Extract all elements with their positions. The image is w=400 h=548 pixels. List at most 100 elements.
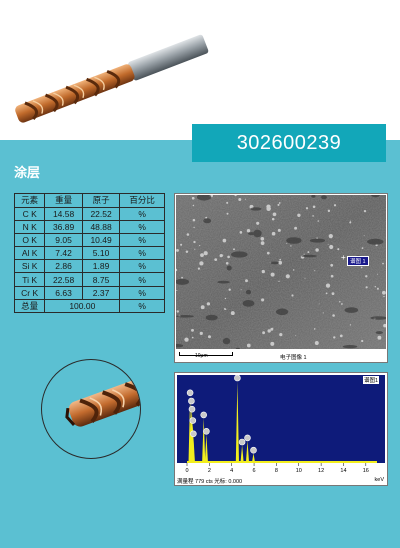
sem-particle xyxy=(266,204,271,209)
spectrum-baseline xyxy=(187,461,377,463)
sem-particle xyxy=(186,233,190,236)
sem-particle xyxy=(194,248,196,250)
sem-particle xyxy=(260,236,265,241)
sem-particle xyxy=(214,258,218,261)
sem-particle xyxy=(240,289,242,291)
sem-particle xyxy=(261,298,265,302)
sem-particle xyxy=(377,273,378,275)
sem-particle xyxy=(330,274,334,278)
sem-image-panel: 10μm 电子图像 1 + 谱图 1 xyxy=(174,193,388,363)
sem-particle xyxy=(285,274,290,279)
element-cell: C K xyxy=(13,206,46,221)
sem-particle xyxy=(312,215,314,217)
sem-particle xyxy=(279,261,282,265)
x-tick-label: 14 xyxy=(340,468,346,474)
sem-particle xyxy=(317,220,319,222)
sem-pit xyxy=(203,218,212,224)
sem-pit xyxy=(231,251,248,258)
spectrum-spot-label: 谱图 1 xyxy=(347,256,369,266)
product-code: 302600239 xyxy=(236,131,342,154)
weight-cell: 9.05 xyxy=(44,232,83,248)
sem-particle xyxy=(192,218,196,222)
composition-table: 元素 重量 原子 百分比 C K 14.58 22.52 % N K 36.89… xyxy=(13,193,165,314)
sem-particle xyxy=(226,212,229,215)
sem-particle xyxy=(360,266,363,269)
sem-particle xyxy=(290,245,292,247)
sem-particle xyxy=(341,303,343,305)
sem-pit xyxy=(222,337,231,345)
peak-marker xyxy=(186,389,194,397)
x-tick-label: 8 xyxy=(275,468,278,474)
atomic-cell: 2.37 xyxy=(81,285,121,300)
sem-particle xyxy=(327,243,329,245)
sem-particle xyxy=(278,202,281,204)
sem-particle xyxy=(199,244,201,247)
sem-particle xyxy=(228,288,231,291)
sem-particle xyxy=(270,272,275,277)
element-cell: Al K xyxy=(13,246,46,261)
sem-particle xyxy=(223,307,226,310)
sem-pit xyxy=(286,237,302,244)
sem-particle xyxy=(349,221,352,224)
crosshair-icon: + xyxy=(341,253,346,262)
peak-marker xyxy=(238,438,246,446)
sem-particle xyxy=(294,226,298,230)
sem-particle xyxy=(181,276,183,279)
sem-particle xyxy=(219,253,223,258)
x-tick-label: 16 xyxy=(363,468,369,474)
sem-particle xyxy=(363,209,367,213)
table-row: Si K 2.86 1.89 % xyxy=(13,259,165,274)
sem-particle xyxy=(272,327,274,329)
sem-particle xyxy=(382,290,386,295)
unit-cell: % xyxy=(119,246,165,261)
sem-particle xyxy=(365,275,368,278)
drill-product-image xyxy=(15,34,209,123)
sem-particle xyxy=(286,243,288,244)
sem-particle xyxy=(297,213,301,217)
sem-particle xyxy=(361,247,364,249)
weight-cell: 2.86 xyxy=(44,259,83,274)
sem-particle xyxy=(185,250,189,254)
sem-pit xyxy=(205,314,218,321)
table-row: Cr K 6.63 2.37 % xyxy=(13,285,165,300)
image-caption: 电子图像 1 xyxy=(280,355,307,361)
sem-particle xyxy=(239,231,243,234)
sem-particle xyxy=(313,328,316,330)
sem-particle xyxy=(261,269,265,274)
sem-micrograph xyxy=(176,195,386,349)
sem-particle xyxy=(176,289,178,291)
weight-cell: 7.42 xyxy=(44,246,83,261)
sem-particle xyxy=(222,254,224,256)
eds-spot-label: 谱图1 xyxy=(363,376,380,384)
x-tick-label: 4 xyxy=(230,468,233,474)
element-cell: Ti K xyxy=(13,272,46,287)
sem-particle xyxy=(331,292,335,295)
sem-particle xyxy=(312,205,316,209)
sem-pit xyxy=(375,331,383,335)
sem-particle xyxy=(246,228,251,233)
sem-particle xyxy=(303,253,305,255)
sem-particle xyxy=(291,294,294,297)
sem-particle xyxy=(271,217,275,221)
sem-particle xyxy=(332,314,335,317)
drill-tip-detail xyxy=(41,359,141,459)
eds-footer: 满量程 779 cts 光标: 0.000 xyxy=(177,479,243,485)
section-title: 涂层 xyxy=(14,165,41,180)
sem-particle xyxy=(225,261,229,265)
sem-pit xyxy=(250,207,262,211)
sem-pit xyxy=(301,254,317,258)
sem-particle xyxy=(376,287,379,290)
sem-particle xyxy=(245,279,248,283)
sem-pit xyxy=(269,261,280,265)
sem-pit xyxy=(242,300,255,307)
sem-particle xyxy=(260,241,265,245)
peak-marker xyxy=(190,430,197,438)
sem-particle xyxy=(295,335,297,337)
sem-particle xyxy=(192,204,195,207)
sem-particle xyxy=(314,341,319,345)
peak-marker xyxy=(200,411,208,419)
sem-particle xyxy=(278,280,280,283)
weight-cell: 14.58 xyxy=(44,206,83,221)
atomic-cell: 8.75 xyxy=(81,272,121,287)
sem-particle xyxy=(325,292,328,295)
